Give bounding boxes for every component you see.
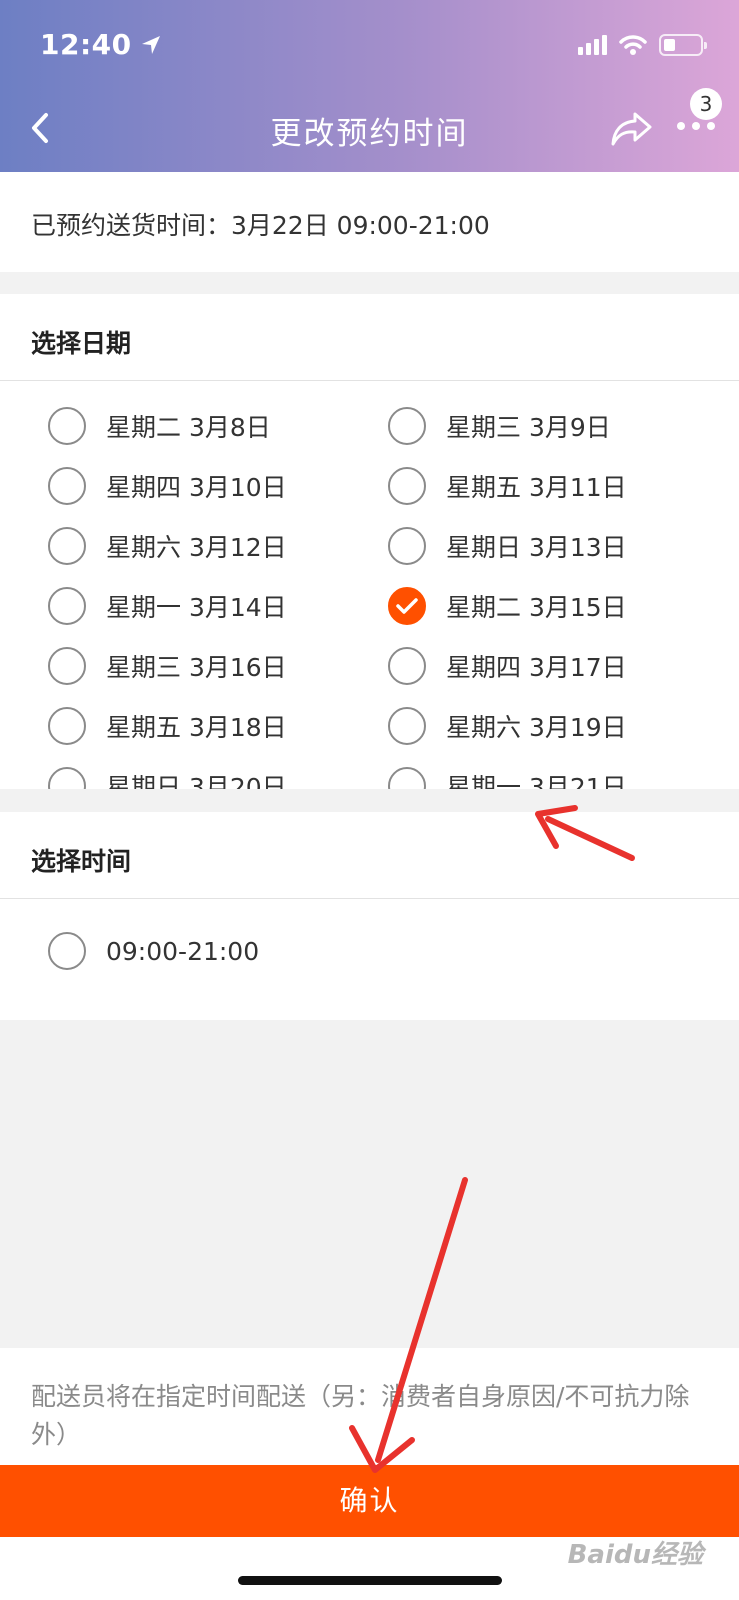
date-section-title: 选择日期 [31, 329, 132, 358]
date-option-label: 星期一 3月14日 [106, 593, 287, 622]
delivery-notice: 配送员将在指定时间配送（另：消费者自身原因/不可抗力除外） [0, 1348, 739, 1466]
radio-unchecked-icon[interactable] [388, 767, 426, 789]
radio-unchecked-icon[interactable] [48, 467, 86, 505]
time-selection-card: 选择时间 09:00-21:00 [0, 812, 739, 1020]
date-selection-card: 选择日期 星期二 3月8日 星期三 3月9日 星期四 3月10日 星期五 3月11日星… [0, 294, 739, 789]
time-option[interactable]: 09:00-21:00 [48, 931, 259, 971]
date-option-label: 星期五 3月11日 [446, 473, 627, 502]
status-time-label: 12:40 [40, 28, 132, 61]
radio-unchecked-icon[interactable] [388, 467, 426, 505]
radio-unchecked-icon[interactable] [388, 707, 426, 745]
date-option-label: 星期六 3月12日 [106, 533, 287, 562]
status-time: 12:40 [40, 28, 162, 61]
date-option-label: 星期四 3月17日 [446, 653, 627, 682]
booked-time-text: 已预约送货时间：3月22日 09:00-21:00 [31, 211, 490, 240]
checkmark-icon [396, 598, 418, 614]
date-option[interactable]: 星期四 3月10日 [48, 466, 287, 506]
date-option-label: 星期二 3月8日 [106, 413, 271, 442]
date-option[interactable]: 星期日 3月13日 [388, 526, 627, 566]
radio-unchecked-icon[interactable] [48, 707, 86, 745]
radio-unchecked-icon[interactable] [388, 527, 426, 565]
more-dots-icon [677, 122, 715, 130]
radio-unchecked-icon[interactable] [388, 407, 426, 445]
radio-unchecked-icon[interactable] [48, 587, 86, 625]
battery-icon [659, 34, 707, 56]
radio-unchecked-icon[interactable] [48, 932, 86, 970]
date-option[interactable]: 星期五 3月11日 [388, 466, 627, 506]
date-option-label: 星期三 3月9日 [446, 413, 611, 442]
watermark: Baidu经验 [567, 1540, 703, 1570]
date-option[interactable]: 星期一 3月21日 [388, 766, 627, 789]
share-icon [611, 112, 652, 146]
radio-unchecked-icon[interactable] [48, 527, 86, 565]
status-icons [578, 34, 707, 56]
time-section-title: 选择时间 [31, 847, 132, 876]
date-option[interactable]: 星期日 3月20日 [48, 766, 287, 789]
share-button[interactable] [610, 110, 654, 152]
date-option-label: 星期六 3月19日 [446, 713, 627, 742]
date-option-label: 星期一 3月21日 [446, 773, 627, 789]
date-option-label: 星期二 3月15日 [446, 593, 627, 622]
radio-unchecked-icon[interactable] [48, 407, 86, 445]
time-option-label: 09:00-21:00 [106, 936, 260, 966]
date-option-label: 星期日 3月13日 [446, 533, 627, 562]
divider [0, 898, 739, 899]
wifi-icon [619, 35, 647, 55]
radio-checked-icon[interactable] [388, 587, 426, 625]
home-indicator[interactable] [238, 1576, 502, 1585]
date-option[interactable]: 星期一 3月14日 [48, 586, 287, 626]
date-option-label: 星期四 3月10日 [106, 473, 287, 502]
booked-time-card: 已预约送货时间：3月22日 09:00-21:00 [0, 172, 739, 272]
confirm-button[interactable]: 确认 [0, 1465, 739, 1537]
notification-badge: 3 [690, 88, 722, 120]
date-option-label: 星期日 3月20日 [106, 773, 287, 789]
more-button[interactable] [676, 118, 716, 137]
date-option[interactable]: 星期四 3月17日 [388, 646, 627, 686]
divider [0, 380, 739, 381]
notice-text: 配送员将在指定时间配送（另：消费者自身原因/不可抗力除外） [31, 1382, 690, 1449]
date-option[interactable]: 星期二 3月15日 [388, 586, 627, 626]
date-option[interactable]: 星期三 3月9日 [388, 406, 611, 446]
date-option-label: 星期五 3月18日 [106, 713, 287, 742]
date-option[interactable]: 星期六 3月19日 [388, 706, 627, 746]
date-option[interactable]: 星期五 3月18日 [48, 706, 287, 746]
date-option[interactable]: 星期二 3月8日 [48, 406, 271, 446]
date-option[interactable]: 星期三 3月16日 [48, 646, 287, 686]
radio-unchecked-icon[interactable] [388, 647, 426, 685]
cellular-signal-icon [578, 35, 607, 55]
date-option-label: 星期三 3月16日 [106, 653, 287, 682]
location-arrow-icon [141, 35, 160, 54]
app-header: 12:40 更改预约时间 3 [0, 0, 739, 172]
radio-unchecked-icon[interactable] [48, 767, 86, 789]
date-option[interactable]: 星期六 3月12日 [48, 526, 287, 566]
radio-unchecked-icon[interactable] [48, 647, 86, 685]
